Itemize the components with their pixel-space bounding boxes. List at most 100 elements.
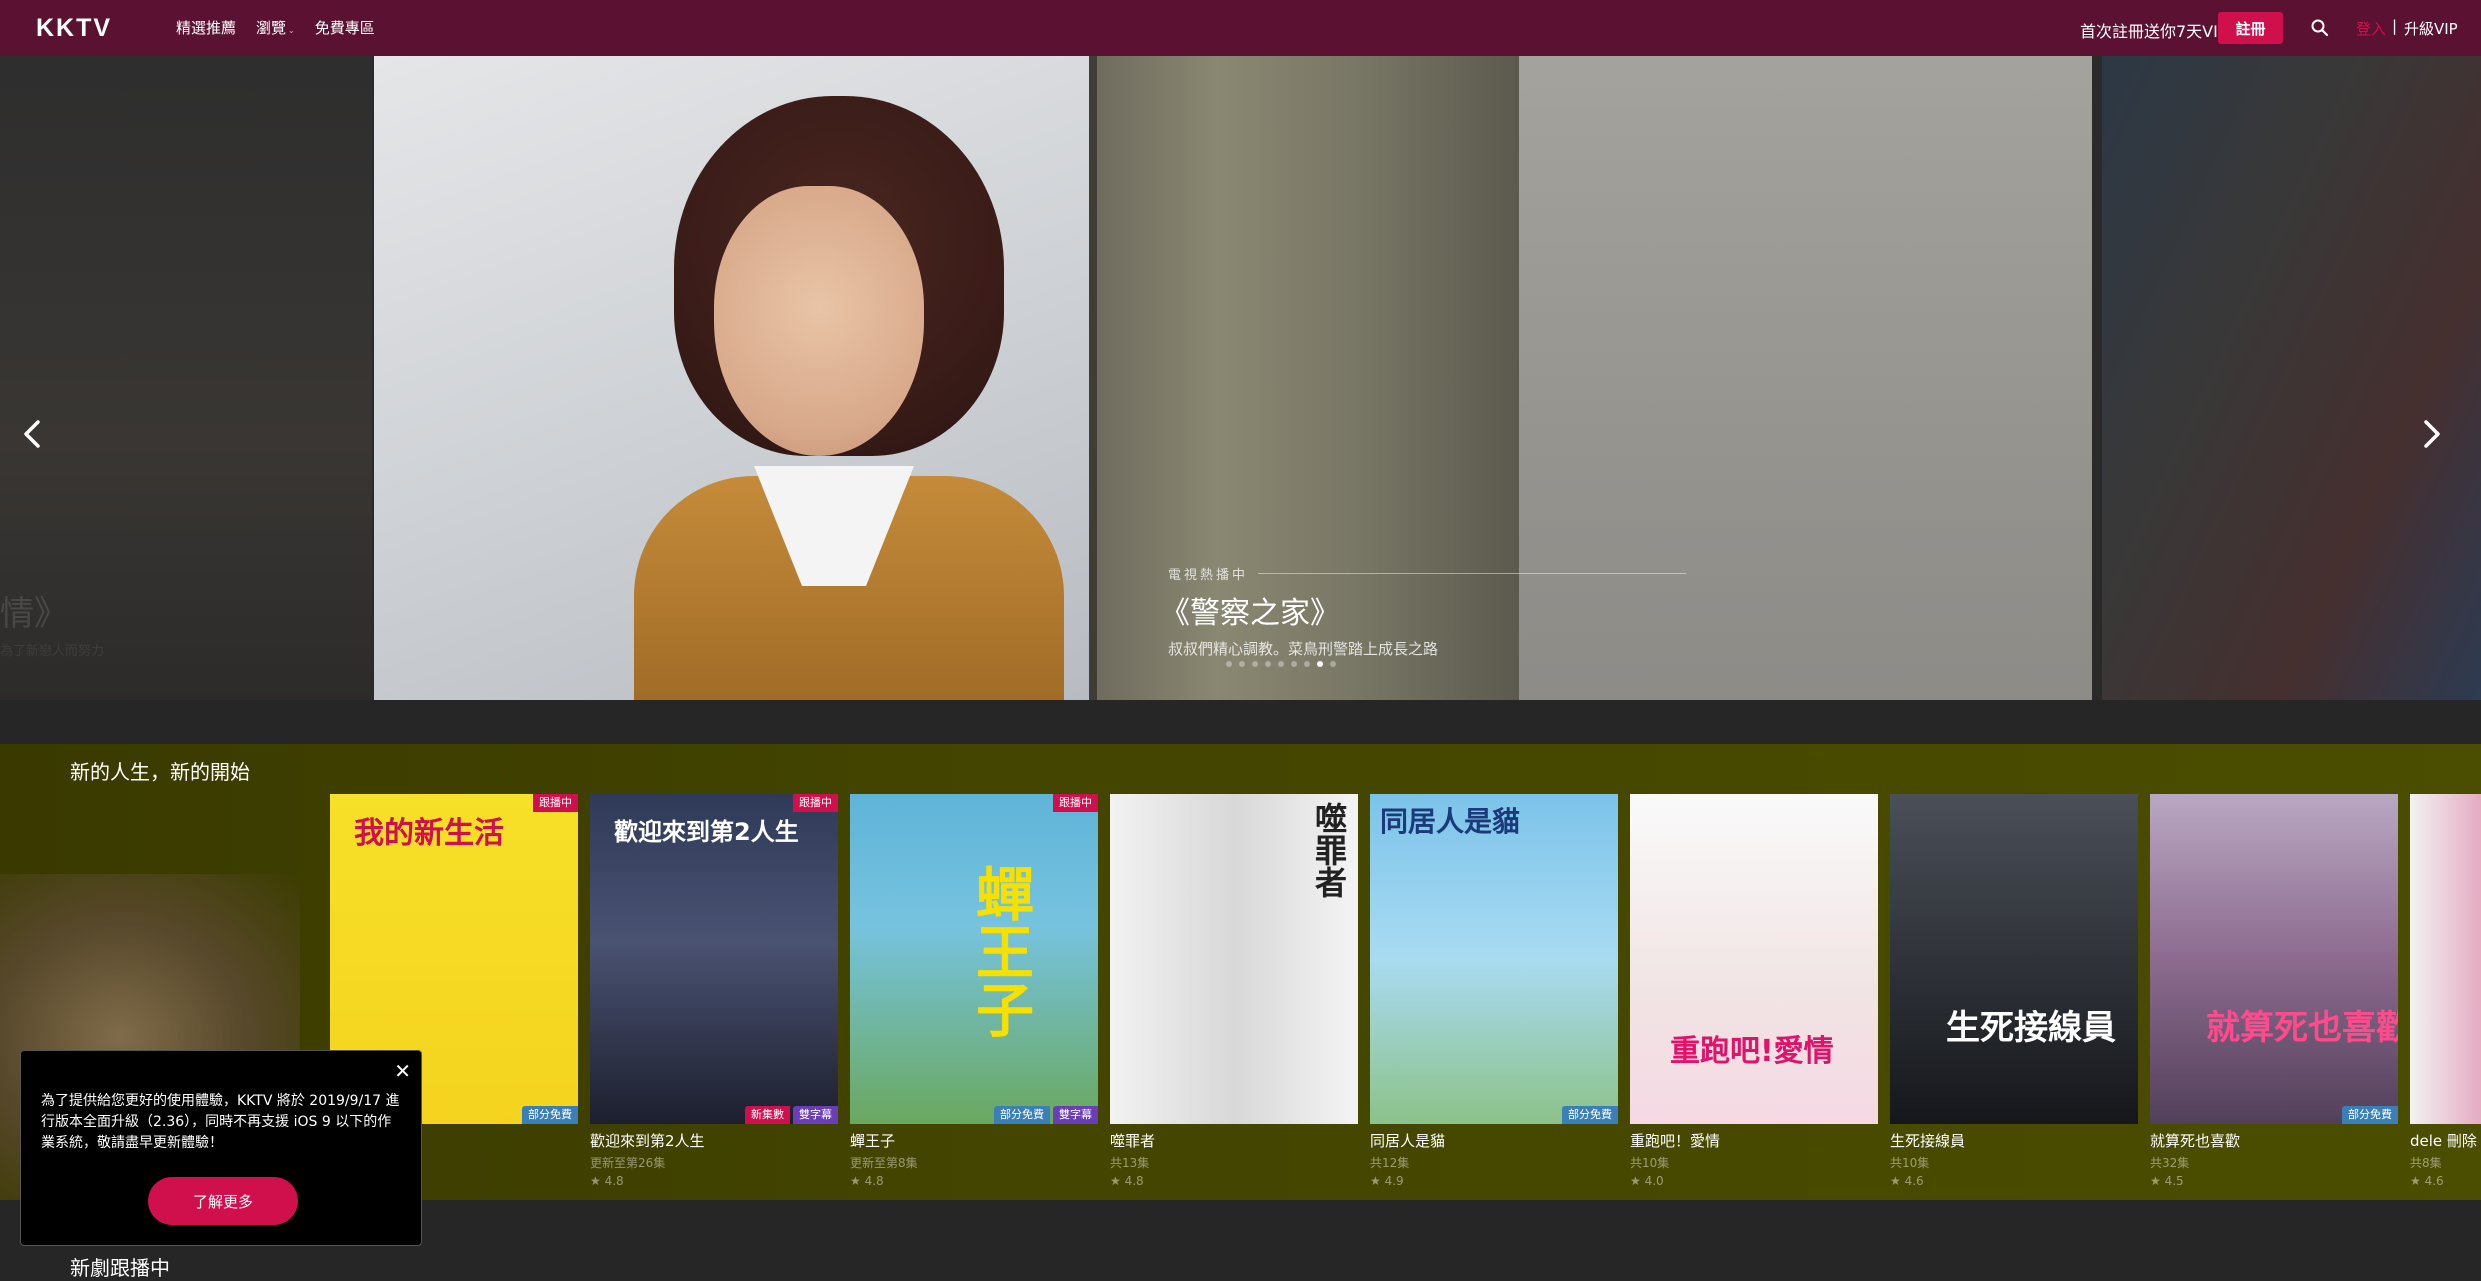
poster-title-art: 就算死也喜歡 xyxy=(2206,1008,2398,1048)
card-rating: ★ 4.8 xyxy=(1110,1174,1144,1188)
hero-prev-slide-title: 情》 xyxy=(0,594,68,634)
card-rating: ★ 4.8 xyxy=(850,1174,884,1188)
nav-link-featured[interactable]: 精選推薦 xyxy=(176,17,236,38)
close-icon[interactable]: ✕ xyxy=(394,1059,411,1083)
title-card[interactable]: 歡迎來到第2人生 跟播中 新集數 雙字幕 歡迎來到第2人生 更新至第26集 ★ 4.8 xyxy=(590,794,838,1188)
login-link[interactable]: 登入 xyxy=(2356,18,2386,39)
nav-separator: | xyxy=(2392,17,2398,35)
card-rating: ★ 4.6 xyxy=(1890,1174,1924,1188)
card-title[interactable]: 噬罪者 xyxy=(1110,1130,1358,1151)
poster-badges: 部分免費 xyxy=(2342,1106,2398,1124)
title-card[interactable]: 生死接線員 生死接線員 共10集 ★ 4.6 xyxy=(1890,794,2138,1188)
title-card[interactable]: 蟬王子 跟播中 部分免費 雙字幕 蟬王子 更新至第8集 ★ 4.8 xyxy=(850,794,1098,1188)
hero-carousel: 情》 為了新戀人而努力 電視熱播中 《警察之家》 叔叔們精心調教。菜鳥刑警踏上成… xyxy=(0,56,2481,700)
card-episode-info: 共12集 xyxy=(1370,1156,1410,1170)
hero-pagination-dot[interactable] xyxy=(1252,661,1258,667)
hero-title[interactable]: 《警察之家》 xyxy=(1160,588,1340,632)
poster-image[interactable]: 同居人是貓部分免費 xyxy=(1370,794,1618,1124)
card-rating: ★ 4.0 xyxy=(1630,1174,1664,1188)
poster-badges: 部分免費 雙字幕 xyxy=(994,1106,1098,1124)
search-icon[interactable] xyxy=(2310,18,2330,38)
card-title[interactable]: 歡迎來到第2人生 xyxy=(590,1130,838,1151)
hero-pagination-dot[interactable] xyxy=(1278,661,1284,667)
chevron-down-icon: ⌄ xyxy=(288,26,295,35)
poster-title-art: 生死接線員 xyxy=(1946,1008,2116,1048)
free-badge: 部分免費 xyxy=(994,1106,1050,1124)
airing-badge: 跟播中 xyxy=(793,794,838,812)
airing-badge: 跟播中 xyxy=(1053,794,1098,812)
title-card[interactable]: 重跑吧!愛情重跑吧！愛情共10集 ★ 4.0 xyxy=(1630,794,1878,1188)
chevron-left-icon[interactable] xyxy=(18,414,48,454)
collection-row-title[interactable]: 新的人生，新的開始 xyxy=(70,756,250,785)
hero-pagination-dot[interactable] xyxy=(1226,661,1232,667)
sub-badge: 雙字幕 xyxy=(1053,1106,1098,1124)
airing-badge: 跟播中 xyxy=(533,794,578,812)
hero-description: 叔叔們精心調教。菜鳥刑警踏上成長之路 xyxy=(1168,640,1439,658)
hero-tag-divider xyxy=(1258,573,1686,574)
card-episode-info: 更新至第8集 xyxy=(850,1156,918,1170)
card-title[interactable]: 生死接線員 xyxy=(1890,1130,2138,1151)
poster-image[interactable]: 重跑吧!愛情 xyxy=(1630,794,1878,1124)
poster-title-art: 噬罪者 xyxy=(1310,802,1348,898)
nav-link-browse-label: 瀏覽 xyxy=(256,19,287,37)
nav-link-browse[interactable]: 瀏覽 ⌄ xyxy=(256,17,295,38)
card-rating: ★ 4.9 xyxy=(1370,1174,1404,1188)
sub-badge: 雙字幕 xyxy=(793,1106,838,1124)
chevron-right-icon[interactable] xyxy=(2416,414,2446,454)
nav-link-free[interactable]: 免費專區 xyxy=(315,17,375,38)
hero-pagination xyxy=(1226,661,1336,667)
title-card[interactable]: 噬罪者 噬罪者 共13集 ★ 4.8 xyxy=(1110,794,1358,1188)
main-nav: 精選推薦 瀏覽 ⌄ 免費專區 xyxy=(176,17,375,38)
poster-title-art: 蟬王子 xyxy=(966,864,1034,1038)
hero-pagination-dot[interactable] xyxy=(1317,661,1323,667)
card-episode-info: 共32集 xyxy=(2150,1156,2190,1170)
register-button[interactable]: 註冊 xyxy=(2218,12,2283,44)
card-episode-info: 更新至第26集 xyxy=(590,1156,666,1170)
top-navbar: KKTV 精選推薦 瀏覽 ⌄ 免費專區 首次註冊送你7天VIP 註冊 登入 | 升… xyxy=(0,0,2481,56)
poster-image[interactable]: 噬罪者 xyxy=(1110,794,1358,1124)
poster-image[interactable] xyxy=(2410,794,2481,1124)
hero-pagination-dot[interactable] xyxy=(1265,661,1271,667)
hero-image-wall-seam xyxy=(1089,56,1097,700)
new-badge: 新集數 xyxy=(745,1106,790,1124)
poster-image[interactable]: 生死接線員 xyxy=(1890,794,2138,1124)
poster-carousel: 我的新生活跟播中部分免費我的新生活歡迎來到第2人生跟播中新集數雙字幕歡迎來到第2… xyxy=(330,794,2481,1194)
poster-badges: 部分免費 xyxy=(1562,1106,1618,1124)
learn-more-button[interactable]: 了解更多 xyxy=(148,1177,298,1225)
card-episode-info: 共13集 xyxy=(1110,1156,1150,1170)
poster-image[interactable]: 歡迎來到第2人生 跟播中新集數 雙字幕 xyxy=(590,794,838,1124)
card-title[interactable]: 同居人是貓 xyxy=(1370,1130,1618,1151)
upgrade-vip-link[interactable]: 升級VIP xyxy=(2404,18,2458,39)
kktv-logo[interactable]: KKTV xyxy=(36,14,112,43)
poster-badges: 新集數 雙字幕 xyxy=(745,1106,838,1124)
hero-pagination-dot[interactable] xyxy=(1291,661,1297,667)
hero-tag: 電視熱播中 xyxy=(1168,568,1249,583)
card-episode-info: 共10集 xyxy=(1630,1156,1670,1170)
card-title[interactable]: dele 刪除 xyxy=(2410,1130,2481,1151)
hero-next-slide-preview[interactable] xyxy=(2102,56,2481,700)
vip-promo-text: 首次註冊送你7天VIP xyxy=(2080,22,2228,41)
upgrade-notice-popup: ✕ 為了提供給您更好的使用體驗，KKTV 將於 2019/9/17 進行版本全面… xyxy=(20,1050,422,1246)
poster-title-art: 歡迎來到第2人生 xyxy=(614,818,799,846)
hero-pagination-dot[interactable] xyxy=(1304,661,1310,667)
card-rating: ★ 4.8 xyxy=(590,1174,624,1188)
title-card[interactable]: 同居人是貓 部分免費 同居人是貓 共12集 ★ 4.9 xyxy=(1370,794,1618,1188)
poster-title-art: 同居人是貓 xyxy=(1380,805,1521,838)
free-badge: 部分免費 xyxy=(1562,1106,1618,1124)
poster-image[interactable]: 就算死也喜歡部分免費 xyxy=(2150,794,2398,1124)
poster-title-art: 重跑吧!愛情 xyxy=(1670,1034,1834,1069)
title-card[interactable]: dele 刪除 共8集 ★ 4.6 xyxy=(2410,794,2481,1188)
card-title[interactable]: 就算死也喜歡 xyxy=(2150,1130,2398,1151)
card-title[interactable]: 蟬王子 xyxy=(850,1130,1098,1151)
hero-pagination-dot[interactable] xyxy=(1239,661,1245,667)
card-title[interactable]: 重跑吧！愛情 xyxy=(1630,1130,1878,1151)
hero-prev-slide-desc: 為了新戀人而努力 xyxy=(0,644,105,659)
hero-image-face xyxy=(714,186,924,456)
poster-title-art: 我的新生活 xyxy=(354,816,504,851)
title-card[interactable]: 就算死也喜歡 部分免費 就算死也喜歡 共32集 ★ 4.5 xyxy=(2150,794,2398,1188)
hero-pagination-dot[interactable] xyxy=(1330,661,1336,667)
section-spacer xyxy=(0,700,2481,744)
poster-badges: 部分免費 xyxy=(522,1106,578,1124)
poster-image[interactable]: 蟬王子 跟播中部分免費 雙字幕 xyxy=(850,794,1098,1124)
card-rating: ★ 4.6 xyxy=(2410,1174,2444,1188)
